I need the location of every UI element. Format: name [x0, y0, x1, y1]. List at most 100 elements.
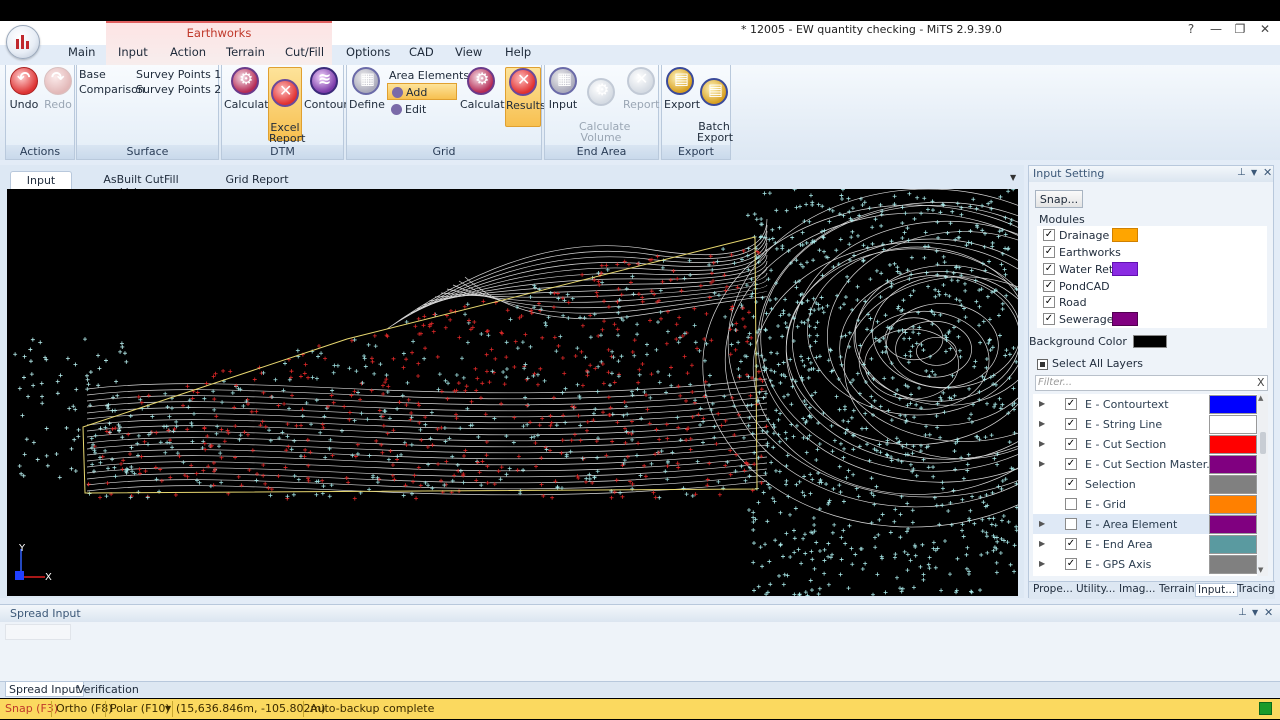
expand-arrow-icon[interactable]: ▶: [1039, 539, 1045, 548]
expand-arrow-icon[interactable]: ▶: [1039, 559, 1045, 568]
excel-report-button[interactable]: ✕ Excel Report: [268, 67, 305, 144]
layer-visibility-checkbox[interactable]: ✓: [1065, 538, 1077, 550]
layer-color-swatch[interactable]: [1209, 395, 1257, 414]
expand-arrow-icon[interactable]: ▶: [1039, 419, 1045, 428]
grid-results-button[interactable]: ✕ Results: [505, 67, 546, 127]
layer-row[interactable]: E - Grid: [1033, 494, 1257, 514]
polar-dropdown-icon[interactable]: ▼: [165, 704, 171, 713]
module-color-drainage[interactable]: [1112, 228, 1138, 242]
layer-row[interactable]: ▶ ✓ E - Cut Section: [1033, 434, 1257, 454]
tab-main[interactable]: Main: [68, 45, 95, 59]
tab-asbuilt-cutfill-volume[interactable]: AsBuilt CutFill Volume: [86, 171, 196, 199]
undo-button[interactable]: ↶ Undo: [8, 67, 40, 110]
layer-row[interactable]: ▶ E - Area Element: [1033, 514, 1257, 534]
expand-arrow-icon[interactable]: ▶: [1039, 459, 1045, 468]
tab-tracing[interactable]: Tracing: [1237, 583, 1275, 595]
layer-visibility-checkbox[interactable]: ✓: [1065, 558, 1077, 570]
module-checkbox-pondcad[interactable]: ✓: [1043, 280, 1055, 292]
layer-visibility-checkbox[interactable]: ✓: [1065, 398, 1077, 410]
expand-arrow-icon[interactable]: ▶: [1039, 519, 1045, 528]
pin-icon[interactable]: ⊥: [1238, 607, 1247, 618]
layer-row[interactable]: ▶ ✓ E - Cut Section Master...: [1033, 454, 1257, 474]
spread-input-cell[interactable]: [5, 624, 71, 640]
layer-visibility-checkbox[interactable]: ✓: [1065, 438, 1077, 450]
layer-filter-input[interactable]: Filter... X: [1035, 375, 1268, 391]
layer-color-swatch[interactable]: [1209, 535, 1257, 554]
dtm-calculate-button[interactable]: ⚙ Calculate: [224, 67, 275, 110]
layer-row[interactable]: ▶ ✓ E - Contourtext: [1033, 394, 1257, 414]
layer-row[interactable]: ✓ Selection: [1033, 474, 1257, 494]
tab-cut-fill[interactable]: Cut/Fill: [285, 45, 324, 59]
layer-color-swatch[interactable]: [1209, 455, 1257, 474]
redo-button[interactable]: ↷ Redo: [42, 67, 74, 110]
tab-properties[interactable]: Prope...: [1033, 583, 1073, 595]
app-logo[interactable]: [6, 25, 40, 59]
help-button[interactable]: ?: [1181, 22, 1201, 36]
chevron-down-icon[interactable]: ▼: [1251, 168, 1257, 177]
area-add-button[interactable]: Add: [387, 83, 457, 100]
minimize-button[interactable]: —: [1206, 22, 1226, 36]
tab-action[interactable]: Action: [170, 45, 206, 59]
grid-define-button[interactable]: ▦ Define: [349, 67, 385, 110]
layer-row[interactable]: ▶ ✓ E - End Area: [1033, 534, 1257, 554]
layer-visibility-checkbox[interactable]: ✓: [1065, 418, 1077, 430]
end-area-report-button[interactable]: ✕ Report: [623, 67, 659, 110]
expand-arrow-icon[interactable]: ▶: [1039, 399, 1045, 408]
filter-clear-button[interactable]: X: [1257, 376, 1265, 389]
end-area-input-button[interactable]: ▦ Input: [547, 67, 579, 110]
tab-input-view[interactable]: Input: [10, 171, 72, 189]
tab-terrain-panel[interactable]: Terrain: [1159, 583, 1195, 595]
scroll-thumb[interactable]: [1260, 432, 1266, 454]
tab-imagery[interactable]: Imag...: [1119, 583, 1155, 595]
grid-calculate-button[interactable]: ⚙ Calculate: [460, 67, 511, 110]
cad-drawing-canvas[interactable]: Y X: [7, 189, 1018, 596]
layer-row[interactable]: ▶ ✓ E - GPS Axis: [1033, 554, 1257, 574]
pin-icon[interactable]: ⊥: [1237, 167, 1246, 178]
tab-verification[interactable]: Verification: [77, 683, 139, 696]
tab-options[interactable]: Options: [346, 45, 390, 59]
restore-button[interactable]: ❐: [1230, 22, 1250, 36]
module-color-water-ret[interactable]: [1112, 262, 1138, 276]
module-color-sewerage[interactable]: [1112, 312, 1138, 326]
module-checkbox-water-ret[interactable]: ✓: [1043, 263, 1055, 275]
tab-view[interactable]: View: [455, 45, 482, 59]
module-checkbox-road[interactable]: ✓: [1043, 296, 1055, 308]
calculate-volume-button[interactable]: ⚙ Calculate Volume: [579, 67, 630, 143]
layers-scrollbar[interactable]: ▲ ▼: [1258, 394, 1268, 576]
layer-color-swatch[interactable]: [1209, 515, 1257, 534]
background-color-swatch[interactable]: [1133, 335, 1167, 348]
layer-color-swatch[interactable]: [1209, 475, 1257, 494]
chevron-down-icon[interactable]: ▼: [1252, 608, 1258, 617]
comparison-surface-dropdown[interactable]: Survey Points 2▼: [136, 83, 231, 96]
layer-visibility-checkbox[interactable]: ✓: [1065, 478, 1077, 490]
tab-utility[interactable]: Utility...: [1076, 583, 1115, 595]
close-icon[interactable]: ✕: [1263, 166, 1272, 179]
expand-arrow-icon[interactable]: ▶: [1039, 439, 1045, 448]
scroll-up-icon[interactable]: ▲: [1258, 394, 1263, 402]
area-edit-button[interactable]: Edit: [387, 103, 426, 116]
select-all-layers-checkbox[interactable]: [1037, 359, 1048, 370]
scroll-down-icon[interactable]: ▼: [1258, 566, 1263, 574]
layer-color-swatch[interactable]: [1209, 435, 1257, 454]
layer-color-swatch[interactable]: [1209, 415, 1257, 434]
layer-visibility-checkbox[interactable]: [1065, 518, 1077, 530]
tab-grid-report[interactable]: Grid Report: [224, 171, 290, 189]
module-checkbox-drainage[interactable]: ✓: [1043, 229, 1055, 241]
tab-terrain[interactable]: Terrain: [226, 45, 265, 59]
close-button[interactable]: ✕: [1255, 22, 1275, 36]
snap-button[interactable]: Snap...: [1035, 190, 1083, 208]
layer-visibility-checkbox[interactable]: [1065, 498, 1077, 510]
base-surface-dropdown[interactable]: Survey Points 1▼: [136, 68, 231, 81]
layer-color-swatch[interactable]: [1209, 555, 1257, 574]
layer-row[interactable]: ▶ ✓ E - String Line: [1033, 414, 1257, 434]
polar-toggle[interactable]: Polar (F10): [110, 702, 170, 715]
close-icon[interactable]: ✕: [1264, 606, 1273, 619]
contour-button[interactable]: ≋ Contour: [304, 67, 348, 110]
batch-export-button[interactable]: ▤ Batch Export: [697, 67, 733, 143]
tab-list-dropdown-icon[interactable]: ▼: [1010, 173, 1016, 182]
export-button[interactable]: ▤ Export: [664, 67, 700, 110]
tab-input[interactable]: Input: [118, 45, 148, 59]
layer-color-swatch[interactable]: [1209, 495, 1257, 514]
module-checkbox-sewerage[interactable]: ✓: [1043, 313, 1055, 325]
tab-cad[interactable]: CAD: [409, 45, 434, 59]
